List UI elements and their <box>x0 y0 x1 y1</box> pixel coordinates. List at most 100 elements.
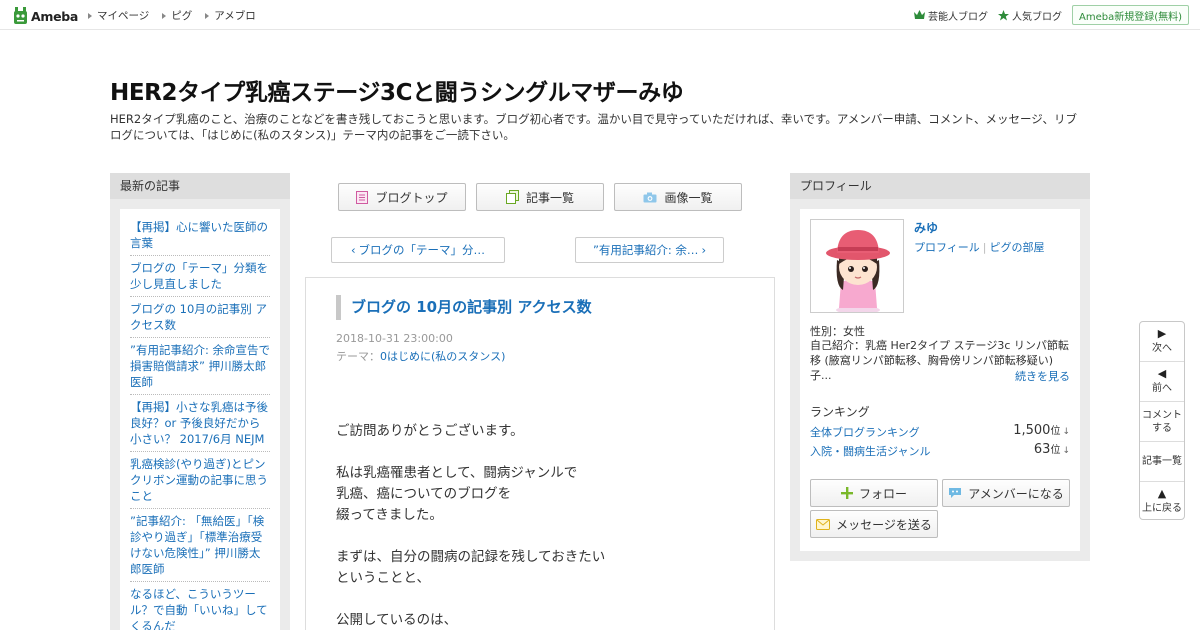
ranking-heading: ランキング <box>810 405 870 419</box>
next-article-button[interactable]: ”有用記事紹介: 余… › <box>575 237 724 263</box>
recent-article-link[interactable]: 【再掲】小さな乳癌は予後良好？or 予後良好だから小さい？ 2017/6月 NE… <box>130 397 270 452</box>
play-left-icon: ◀ <box>1157 367 1167 380</box>
global-header: Ameba マイページ ピグ アメブロ 芸能人ブログ 人気ブログ Ameba新規… <box>0 0 1200 30</box>
nav-ameblo-label: アメブロ <box>214 10 256 22</box>
recent-articles-box: 最新の記事 【再掲】心に響いた医師の言葉 ブログの「テーマ」分類を少し見直しまし… <box>110 173 290 630</box>
recent-article-link[interactable]: ブログの「テーマ」分類を少し見直しました <box>130 258 270 297</box>
ranking-name-link[interactable]: 入院・闘病生活ジャンル <box>810 443 930 459</box>
crown-icon <box>913 10 925 19</box>
arrow-down-icon: ↓ <box>1062 427 1070 437</box>
star-icon <box>997 9 1009 20</box>
ranking-name-link[interactable]: 全体ブログランキング <box>810 424 920 440</box>
nav-ameblo[interactable]: アメブロ <box>205 8 256 23</box>
ranking-unit: 位 <box>1050 445 1061 456</box>
comment-nav-button[interactable]: コメント する <box>1140 402 1184 442</box>
recent-article-link[interactable]: ”記事紹介: 「無給医」「検診やり過ぎ」「標準治療受けない危険性」” 押川勝太郎… <box>130 511 270 582</box>
popular-blog-link[interactable]: 人気ブログ <box>997 8 1062 23</box>
nav-pigg[interactable]: ピグ <box>162 8 192 23</box>
article-list-nav-button[interactable]: 記事一覧 <box>1140 442 1184 482</box>
back-to-top-label: 上に戻る <box>1142 502 1182 514</box>
arrow-up-icon: ▲ <box>1157 486 1167 500</box>
article-list-button[interactable]: 記事一覧 <box>476 183 604 211</box>
next-article-label: ”有用記事紹介: 余… <box>592 243 699 257</box>
next-nav-button[interactable]: ▶ 次へ <box>1140 322 1184 362</box>
recent-article-link[interactable]: 乳癌検診(やり過ぎ)とピンクリボン運動の記事に思うこと <box>130 454 270 509</box>
prev-article-button[interactable]: ‹ ブログの「テーマ」分… <box>331 237 505 263</box>
article: ブログの 10月の記事別 アクセス数 2018-10-31 23:00:00 テ… <box>305 277 775 630</box>
profile-name[interactable]: みゆ <box>914 219 938 236</box>
amember-button[interactable]: アメンバーになる <box>942 479 1070 507</box>
recent-articles-heading: 最新の記事 <box>110 173 290 199</box>
article-line: 綴ってきました。 <box>336 507 443 523</box>
comment-nav-label-1: コメント <box>1142 409 1182 421</box>
pigg-room-link[interactable]: ピグの部屋 <box>990 241 1045 254</box>
arrow-down-icon: ↓ <box>1062 446 1070 456</box>
ranking-number: 63 <box>1033 442 1051 457</box>
ranking-number: 1,500 <box>1013 423 1051 438</box>
ameba-logo[interactable]: Ameba <box>13 6 78 26</box>
profile-box: プロフィール みゆ プロフィール | ピグの部屋 性別：女性 自己紹介：乳癌 H… <box>790 173 1090 561</box>
blog-description: HER2タイプ乳癌のこと、治療のことなどを書き残しておこうと思います。ブログ初心… <box>110 112 1077 142</box>
avatar-illustration <box>811 220 903 312</box>
follow-button[interactable]: フォロー <box>810 479 938 507</box>
plus-icon <box>840 487 853 499</box>
article-line: 私は乳癌罹患者として、闘病ジャンルで <box>336 465 578 481</box>
logo-text: Ameba <box>31 8 79 24</box>
caret-right-icon <box>162 12 167 19</box>
celebrity-blog-label: 芸能人ブログ <box>927 11 988 23</box>
article-line: ご訪問ありがとうございます。 <box>336 423 524 439</box>
article-title[interactable]: ブログの 10月の記事別 アクセス数 <box>336 295 592 320</box>
document-icon <box>356 190 369 204</box>
celebrity-blog-link[interactable]: 芸能人ブログ <box>913 8 988 23</box>
amember-label: アメンバーになる <box>968 486 1064 501</box>
profile-links: プロフィール | ピグの部屋 <box>914 239 1045 255</box>
image-list-label: 画像一覧 <box>664 190 713 205</box>
article-line <box>336 442 756 463</box>
nav-mypage[interactable]: マイページ <box>88 8 149 23</box>
play-right-icon: ▶ <box>1157 327 1167 340</box>
blog-top-button[interactable]: ブログトップ <box>338 183 466 211</box>
recent-article-link[interactable]: ブログの 10月の記事別 アクセス数 <box>130 299 270 338</box>
article-line: 公開しているのは、 <box>336 612 458 628</box>
recent-article-link[interactable]: 【再掲】心に響いた医師の言葉 <box>130 217 270 256</box>
follow-label: フォロー <box>858 486 907 501</box>
article-list-label: 記事一覧 <box>525 190 574 205</box>
ranking-row: 全体ブログランキング 1,500位 ↓ <box>810 422 1070 440</box>
caret-right-icon <box>205 12 210 19</box>
comment-nav-label-2: する <box>1152 422 1172 434</box>
article-theme-prefix: テーマ： <box>336 350 380 363</box>
chevron-left-icon: ‹ <box>350 243 356 257</box>
caret-right-icon <box>88 12 92 19</box>
recent-article-link[interactable]: なるほど、こういうツール？で自動「いいね」してくるんだ <box>130 584 270 630</box>
read-more-link[interactable]: 続きを見る <box>1015 368 1070 384</box>
next-nav-label: 次へ <box>1152 343 1172 354</box>
global-nav: マイページ ピグ アメブロ <box>88 8 269 23</box>
profile-heading: プロフィール <box>790 173 1090 199</box>
article-line: まずは、自分の闘病の記録を残しておきたい <box>336 549 606 565</box>
prev-nav-label: 前へ <box>1152 383 1172 394</box>
register-button[interactable]: Ameba新規登録(無料) <box>1071 5 1189 25</box>
ranking-row: 入院・闘病生活ジャンル 63位 ↓ <box>810 441 1070 459</box>
article-body: ご訪問ありがとうございます。 私は乳癌罹患者として、闘病ジャンルで 乳癌、癌につ… <box>336 421 756 630</box>
back-to-top-button[interactable]: ▲ 上に戻る <box>1140 482 1184 520</box>
article-theme-link[interactable]: 0はじめに(私のスタンス) <box>380 350 505 363</box>
recent-article-link[interactable]: ”有用記事紹介: 余命宣告で損害賠償請求” 押川勝太郎医師 <box>130 340 270 395</box>
copy-icon <box>505 190 519 204</box>
image-list-button[interactable]: 画像一覧 <box>614 183 742 211</box>
chevron-right-icon: › <box>701 243 707 257</box>
popular-blog-label: 人気ブログ <box>1011 11 1062 23</box>
prev-nav-button[interactable]: ◀ 前へ <box>1140 362 1184 402</box>
article-theme: テーマ：0はじめに(私のスタンス) <box>336 348 505 364</box>
avatar[interactable] <box>810 219 904 313</box>
profile-gender: 性別：女性 <box>810 325 865 338</box>
send-message-button[interactable]: メッセージを送る <box>810 510 938 538</box>
send-message-label: メッセージを送る <box>836 517 932 532</box>
blog-top-label: ブログトップ <box>375 190 448 205</box>
blog-title[interactable]: HER2タイプ乳癌ステージ3Cと闘うシングルマザーみゆ <box>110 73 684 107</box>
article-line <box>336 589 756 610</box>
article-list-nav-label: 記事一覧 <box>1142 456 1182 467</box>
prev-article-label: ブログの「テーマ」分… <box>358 243 486 257</box>
profile-link[interactable]: プロフィール <box>914 241 980 254</box>
ranking-unit: 位 <box>1050 426 1061 437</box>
envelope-icon <box>816 518 831 530</box>
